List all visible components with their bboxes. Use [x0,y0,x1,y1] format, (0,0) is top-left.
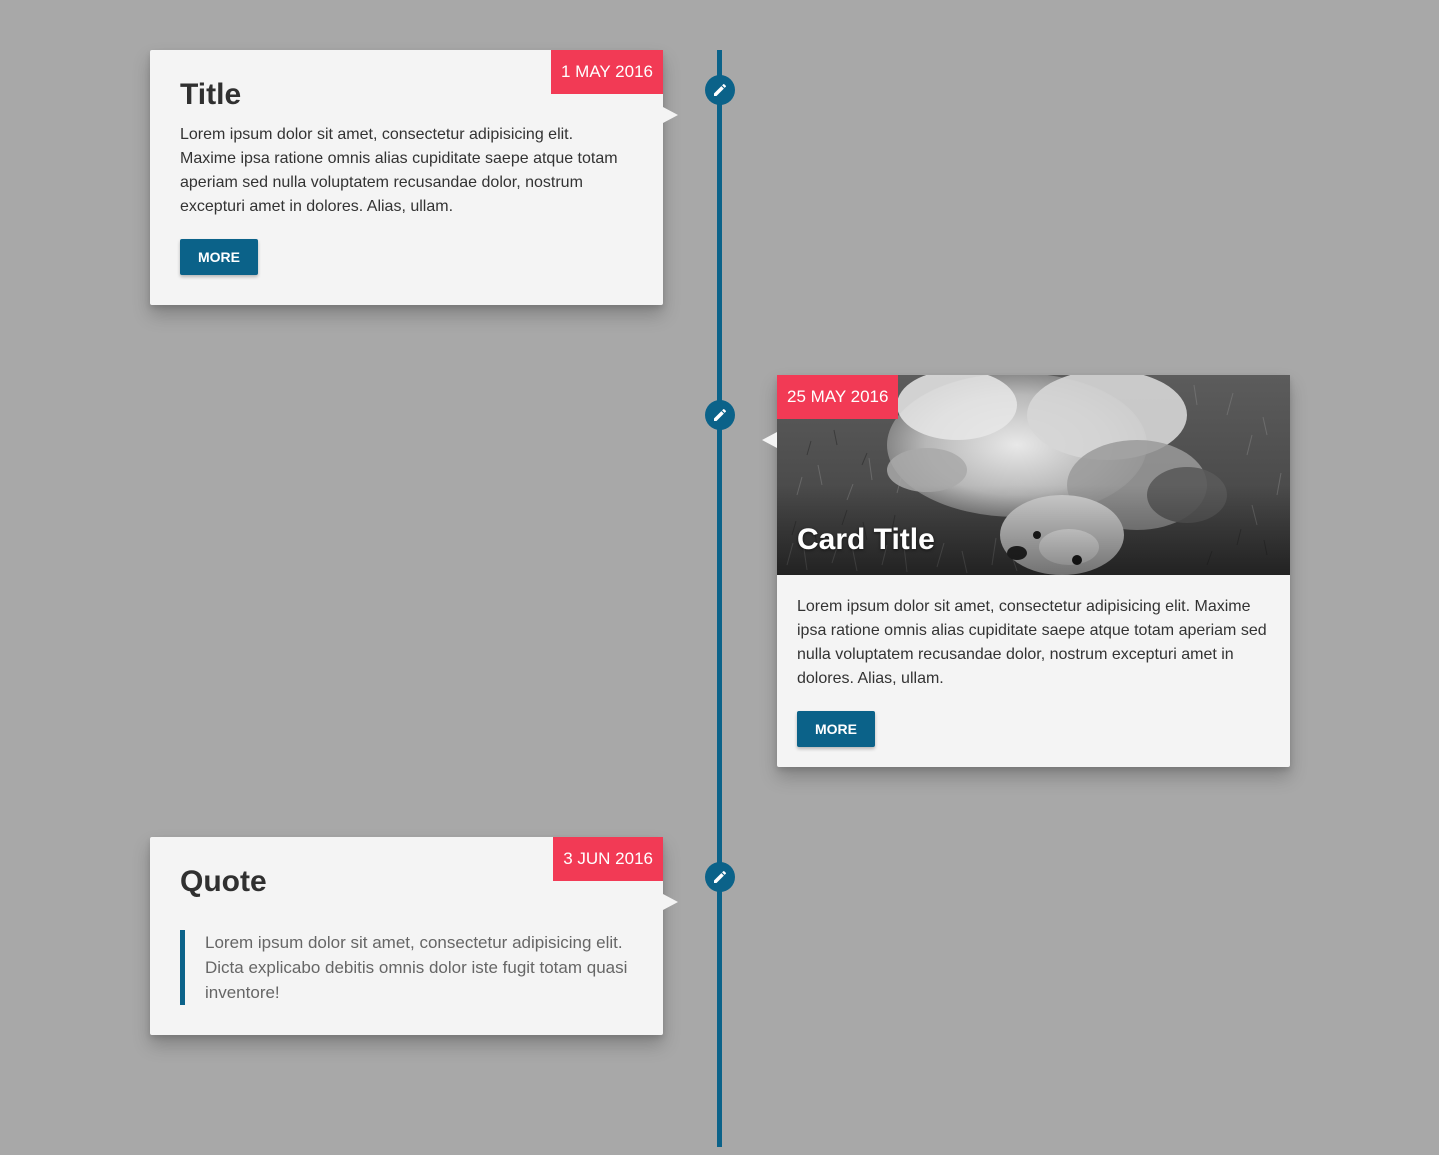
timeline-marker-1[interactable] [705,75,735,105]
date-badge: 3 JUN 2016 [553,837,663,881]
card-text: Lorem ipsum dolor sit amet, consectetur … [180,126,618,215]
card-text: Lorem ipsum dolor sit amet, consectetur … [797,598,1267,687]
timeline-card-1: 1 MAY 2016 Title Lorem ipsum dolor sit a… [150,50,663,305]
timeline-line [717,50,722,1147]
quote-text: Lorem ipsum dolor sit amet, consectetur … [180,930,660,1005]
more-button[interactable]: MORE [797,711,875,747]
card-title: Card Title [797,523,935,556]
date-badge: 25 MAY 2016 [777,375,899,419]
pencil-icon [714,83,727,96]
pencil-icon [714,408,727,421]
timeline-marker-3[interactable] [705,862,735,892]
card-title: Title [180,78,242,111]
more-button[interactable]: MORE [180,239,258,275]
card-pointer [663,894,678,910]
card-pointer [663,107,678,123]
timeline-card-2: Card Title 25 MAY 2016 Lorem ipsum dolor… [777,375,1290,767]
pencil-icon [714,870,727,883]
date-badge: 1 MAY 2016 [551,50,663,94]
timeline-card-3: 3 JUN 2016 Quote Lorem ipsum dolor sit a… [150,837,663,1035]
timeline-marker-2[interactable] [705,400,735,430]
card-title: Quote [180,865,267,898]
card-pointer [762,432,777,448]
